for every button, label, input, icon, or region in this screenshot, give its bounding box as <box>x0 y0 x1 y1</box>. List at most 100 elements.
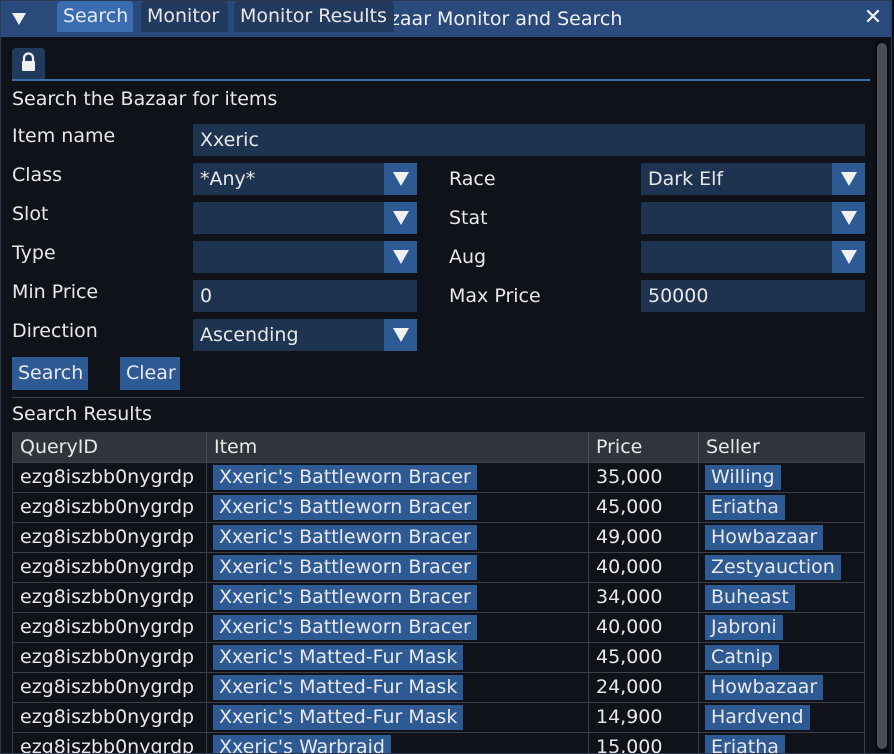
class-label: Class <box>12 164 62 186</box>
column-header-seller[interactable]: Seller <box>699 432 864 462</box>
vertical-scrollbar[interactable] <box>875 41 889 753</box>
query-id-cell: ezg8iszbb0nygrdp <box>13 643 207 672</box>
search-button[interactable]: Search <box>12 357 88 390</box>
tab-monitor[interactable]: Monitor <box>141 1 228 32</box>
item-name-input[interactable]: Xxeric <box>193 124 865 156</box>
item-cell[interactable]: Xxeric's Battleworn Bracer <box>207 493 589 522</box>
seller-cell[interactable]: Jabroni <box>699 613 864 642</box>
tab-underline <box>12 79 870 81</box>
seller-cell-link[interactable]: Zestyauction <box>705 555 841 580</box>
seller-cell-link[interactable]: Catnip <box>705 645 779 670</box>
price-cell: 35,000 <box>589 463 699 492</box>
seller-cell-link[interactable]: Howbazaar <box>705 675 824 700</box>
seller-cell[interactable]: Buheast <box>699 583 864 612</box>
item-cell-link[interactable]: Xxeric's Matted-Fur Mask <box>213 645 464 670</box>
query-id-cell: ezg8iszbb0nygrdp <box>13 583 207 612</box>
table-row[interactable]: ezg8iszbb0nygrdp Xxeric's Battleworn Brac… <box>13 612 864 642</box>
item-cell-link[interactable]: Xxeric's Matted-Fur Mask <box>213 675 464 700</box>
table-row[interactable]: ezg8iszbb0nygrdp Xxeric's Matted-Fur Mask… <box>13 702 864 732</box>
seller-cell-link[interactable]: Eriatha <box>705 735 785 753</box>
slot-dropdown[interactable] <box>193 202 417 234</box>
close-icon[interactable]: ✕ <box>861 6 885 30</box>
seller-cell[interactable]: Zestyauction <box>699 553 864 582</box>
item-cell[interactable]: Xxeric's Battleworn Bracer <box>207 583 589 612</box>
table-row[interactable]: ezg8iszbb0nygrdp Xxeric's Battleworn Brac… <box>13 552 864 582</box>
column-header-price[interactable]: Price <box>589 432 699 462</box>
chevron-down-icon[interactable] <box>384 241 417 273</box>
query-id-cell: ezg8iszbb0nygrdp <box>13 493 207 522</box>
type-dropdown[interactable] <box>193 241 417 273</box>
seller-cell-link[interactable]: Eriatha <box>705 495 785 520</box>
item-cell[interactable]: Xxeric's Battleworn Bracer <box>207 523 589 552</box>
price-cell: 40,000 <box>589 613 699 642</box>
item-name-label: Item name <box>12 125 116 147</box>
stat-dropdown[interactable] <box>641 202 865 234</box>
seller-cell[interactable]: Catnip <box>699 643 864 672</box>
item-cell-link[interactable]: Xxeric's Battleworn Bracer <box>213 585 477 610</box>
query-id-cell: ezg8iszbb0nygrdp <box>13 523 207 552</box>
max-price-input[interactable]: 50000 <box>641 280 865 312</box>
chevron-down-icon[interactable] <box>832 163 865 195</box>
direction-label: Direction <box>12 320 98 342</box>
item-cell-link[interactable]: Xxeric's Battleworn Bracer <box>213 615 477 640</box>
item-cell-link[interactable]: Xxeric's Battleworn Bracer <box>213 555 477 580</box>
table-row[interactable]: ezg8iszbb0nygrdp Xxeric's Warbraid 15,000 E… <box>13 732 864 753</box>
item-cell[interactable]: Xxeric's Battleworn Bracer <box>207 463 589 492</box>
chevron-down-icon[interactable] <box>384 319 417 351</box>
item-cell-link[interactable]: Xxeric's Battleworn Bracer <box>213 465 477 490</box>
seller-cell[interactable]: Howbazaar <box>699 523 864 552</box>
type-label: Type <box>12 242 56 264</box>
class-dropdown[interactable]: *Any* <box>193 163 417 195</box>
direction-dropdown[interactable]: Ascending <box>193 319 417 351</box>
item-cell-link[interactable]: Xxeric's Warbraid <box>213 735 391 753</box>
price-cell: 45,000 <box>589 493 699 522</box>
table-row[interactable]: ezg8iszbb0nygrdp Xxeric's Matted-Fur Mask… <box>13 642 864 672</box>
seller-cell-link[interactable]: Jabroni <box>705 615 783 640</box>
table-row[interactable]: ezg8iszbb0nygrdp Xxeric's Battleworn Brac… <box>13 462 864 492</box>
chevron-down-icon[interactable] <box>384 202 417 234</box>
chevron-down-icon[interactable] <box>384 163 417 195</box>
price-cell: 14,900 <box>589 703 699 732</box>
seller-cell-link[interactable]: Buheast <box>705 585 795 610</box>
aug-dropdown[interactable] <box>641 241 865 273</box>
race-dropdown[interactable]: Dark Elf <box>641 163 865 195</box>
lock-tab-icon[interactable] <box>12 48 45 79</box>
seller-cell[interactable]: Hardvend <box>699 703 864 732</box>
seller-cell-link[interactable]: Howbazaar <box>705 525 824 550</box>
chevron-down-icon[interactable] <box>832 202 865 234</box>
clear-button[interactable]: Clear <box>120 357 180 390</box>
table-row[interactable]: ezg8iszbb0nygrdp Xxeric's Battleworn Brac… <box>13 582 864 612</box>
price-cell: 49,000 <box>589 523 699 552</box>
table-row[interactable]: ezg8iszbb0nygrdp Xxeric's Battleworn Brac… <box>13 522 864 552</box>
item-cell[interactable]: Xxeric's Warbraid <box>207 733 589 753</box>
item-cell[interactable]: Xxeric's Matted-Fur Mask <box>207 703 589 732</box>
table-row[interactable]: ezg8iszbb0nygrdp Xxeric's Matted-Fur Mask… <box>13 672 864 702</box>
title-bar[interactable]: BazMon - Bazaar Monitor and Search ✕ <box>1 1 891 37</box>
query-id-cell: ezg8iszbb0nygrdp <box>13 613 207 642</box>
item-cell[interactable]: Xxeric's Matted-Fur Mask <box>207 673 589 702</box>
query-id-cell: ezg8iszbb0nygrdp <box>13 673 207 702</box>
results-table: QueryID Item Price Seller ezg8iszbb0nygr… <box>12 432 865 753</box>
seller-cell[interactable]: Willing <box>699 463 864 492</box>
min-price-input[interactable]: 0 <box>193 280 417 312</box>
tab-search[interactable]: Search <box>57 1 133 32</box>
seller-cell[interactable]: Eriatha <box>699 493 864 522</box>
item-cell-link[interactable]: Xxeric's Battleworn Bracer <box>213 495 477 520</box>
seller-cell-link[interactable]: Willing <box>705 465 781 490</box>
seller-cell[interactable]: Eriatha <box>699 733 864 753</box>
item-cell-link[interactable]: Xxeric's Matted-Fur Mask <box>213 705 464 730</box>
item-cell[interactable]: Xxeric's Battleworn Bracer <box>207 553 589 582</box>
query-id-cell: ezg8iszbb0nygrdp <box>13 463 207 492</box>
item-cell[interactable]: Xxeric's Battleworn Bracer <box>207 613 589 642</box>
scrollbar-thumb[interactable] <box>877 43 887 749</box>
chevron-down-icon[interactable] <box>832 241 865 273</box>
item-cell[interactable]: Xxeric's Matted-Fur Mask <box>207 643 589 672</box>
column-header-queryid[interactable]: QueryID <box>13 432 207 462</box>
window-title: BazMon - Bazaar Monitor and Search <box>271 8 623 30</box>
tab-monitor-results[interactable]: Monitor Results <box>234 1 394 32</box>
column-header-item[interactable]: Item <box>207 432 589 462</box>
seller-cell-link[interactable]: Hardvend <box>705 705 810 730</box>
item-cell-link[interactable]: Xxeric's Battleworn Bracer <box>213 525 477 550</box>
table-row[interactable]: ezg8iszbb0nygrdp Xxeric's Battleworn Brac… <box>13 492 864 522</box>
seller-cell[interactable]: Howbazaar <box>699 673 864 702</box>
